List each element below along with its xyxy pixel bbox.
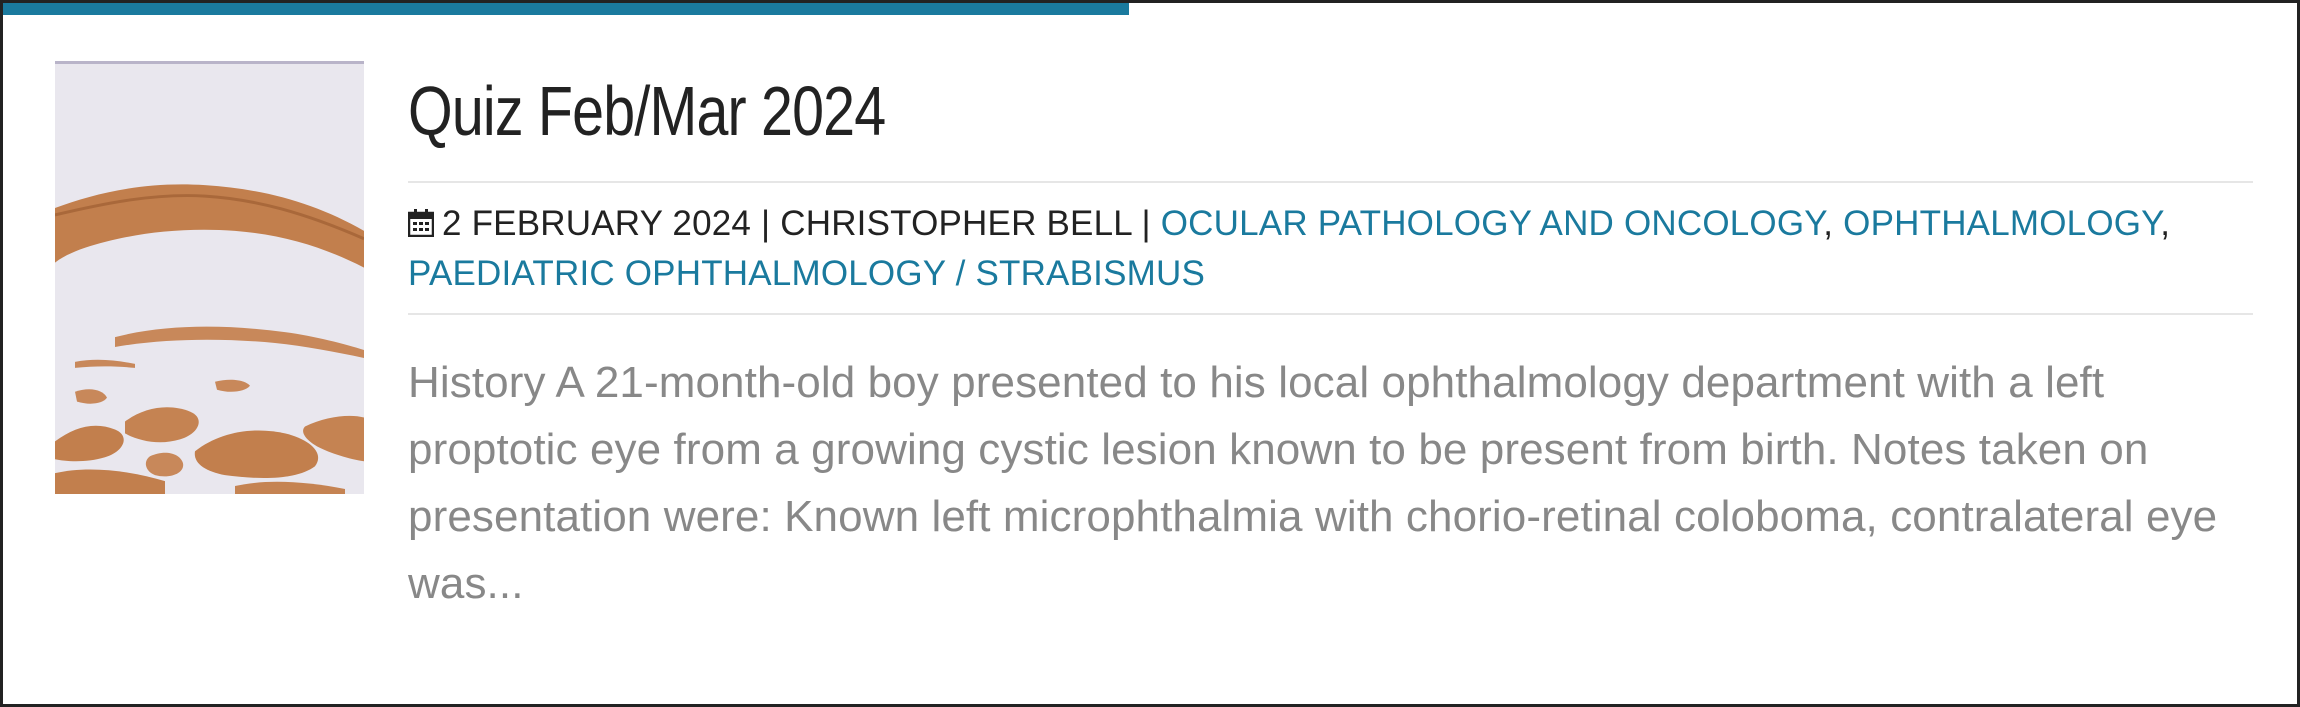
category-link-ocular-pathology[interactable]: OCULAR PATHOLOGY AND ONCOLOGY [1161,204,1824,243]
post-card: Quiz Feb/Mar 2024 2 FEBRUARY 2024 | CHRI… [0,0,2300,707]
post-content: Quiz Feb/Mar 2024 2 FEBRUARY 2024 | CHRI… [408,61,2253,617]
category-separator: , [2160,204,2171,243]
calendar-icon [408,209,434,237]
post-excerpt: History A 21-month-old boy presented to … [408,358,2218,608]
meta-separator: | [1131,204,1161,243]
histology-image [55,64,364,494]
category-link-ophthalmology[interactable]: OPHTHALMOLOGY [1843,204,2160,243]
post-meta: 2 FEBRUARY 2024 | CHRISTOPHER BELL | OCU… [408,183,2253,313]
category-link-paediatric-ophthalmology[interactable]: PAEDIATRIC OPHTHALMOLOGY / STRABISMUS [408,254,1205,293]
post-title[interactable]: Quiz Feb/Mar 2024 [408,61,1921,181]
progress-accent-bar [3,3,1129,15]
category-separator: , [1823,204,1834,243]
meta-separator: | [751,204,781,243]
post-author: CHRISTOPHER BELL [780,204,1132,243]
post-thumbnail[interactable] [55,61,364,494]
post-date: 2 FEBRUARY 2024 [442,204,752,243]
